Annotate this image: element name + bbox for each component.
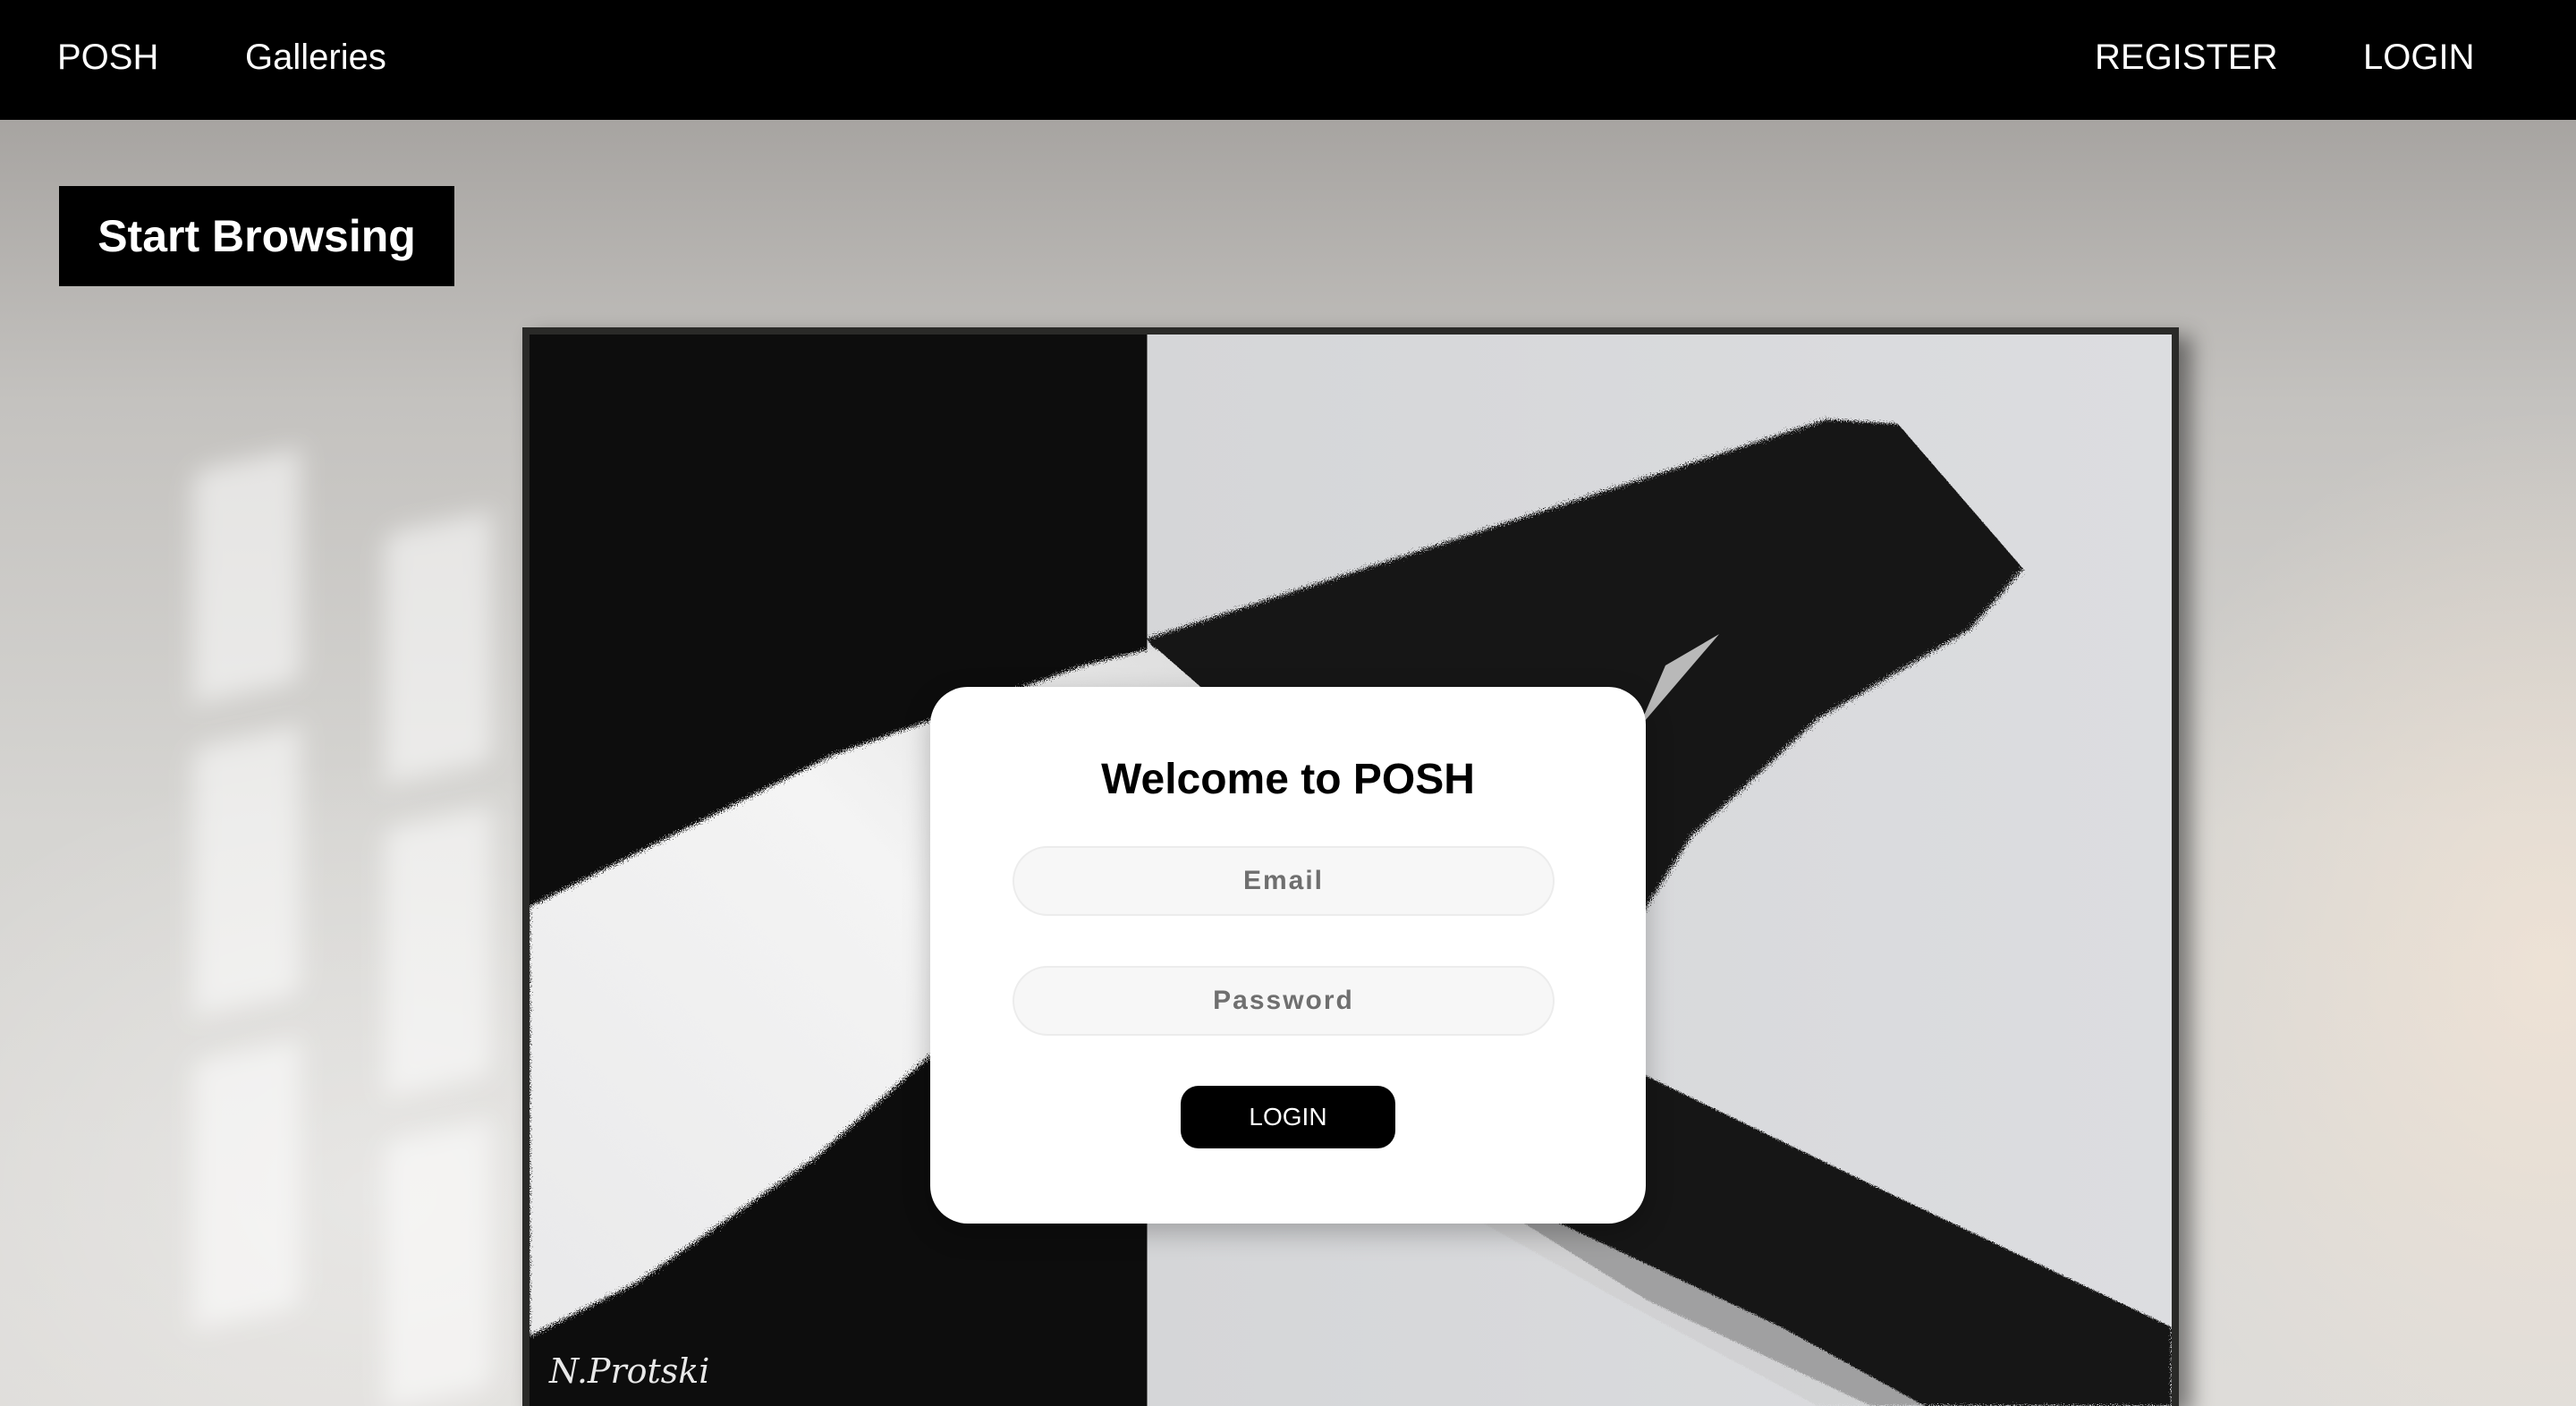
start-browsing-button[interactable]: Start Browsing [59, 186, 454, 286]
password-field[interactable] [1013, 966, 1555, 1036]
window-light-pane [193, 725, 301, 1017]
top-navbar: POSH Galleries REGISTER LOGIN [0, 0, 2576, 120]
window-light-pane [385, 511, 492, 784]
brand-logo-link[interactable]: POSH [57, 0, 158, 120]
window-light-pane [385, 1119, 492, 1406]
email-field[interactable] [1013, 846, 1555, 916]
window-light-pane [193, 448, 301, 704]
window-light-pane [193, 1038, 301, 1330]
window-light-pane [385, 806, 492, 1097]
login-title: Welcome to POSH [1101, 756, 1475, 803]
nav-galleries-link[interactable]: Galleries [245, 0, 386, 120]
nav-login-link[interactable]: LOGIN [2363, 0, 2474, 120]
login-card: Welcome to POSH LOGIN [930, 687, 1646, 1224]
painting-signature: N.Protski [548, 1351, 709, 1391]
login-submit-button[interactable]: LOGIN [1181, 1086, 1395, 1148]
nav-register-link[interactable]: REGISTER [2095, 0, 2277, 120]
